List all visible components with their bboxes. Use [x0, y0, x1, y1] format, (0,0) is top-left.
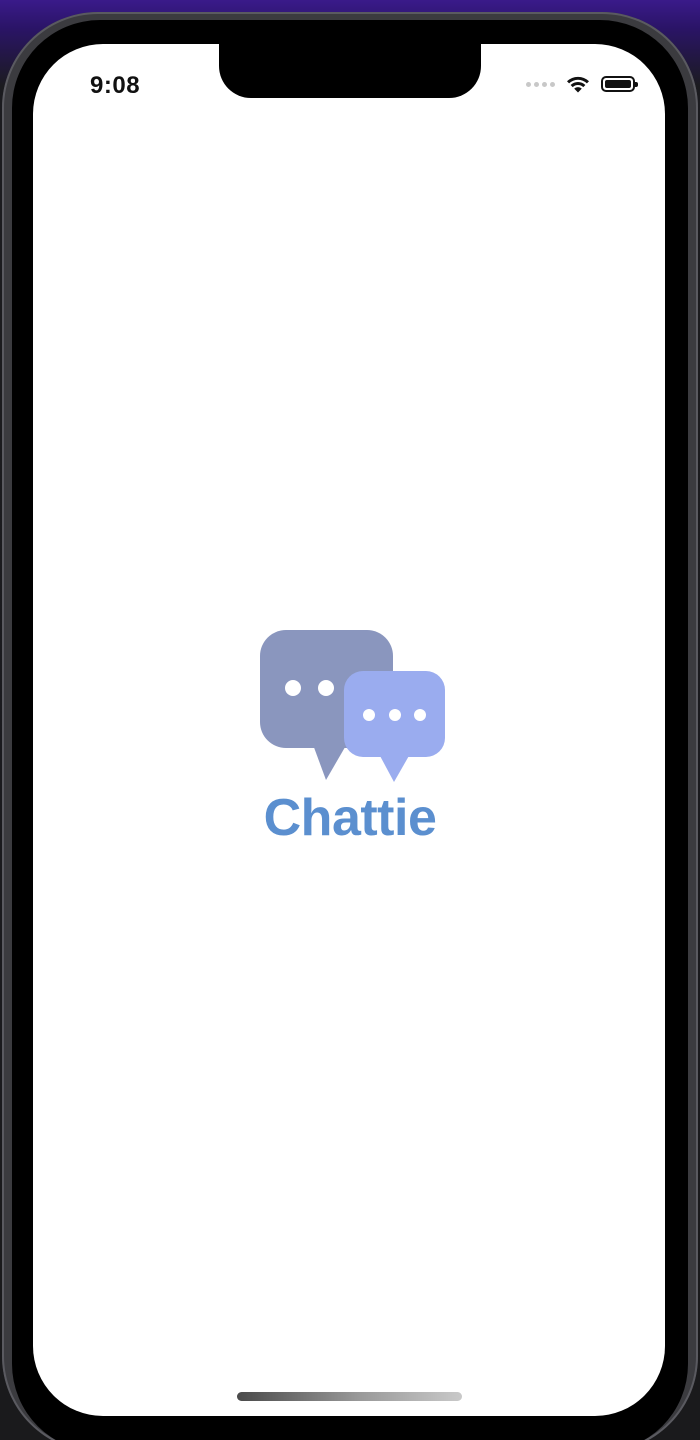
chat-bubbles-icon — [260, 630, 445, 782]
notch — [219, 44, 481, 98]
battery-icon — [601, 76, 638, 92]
status-time: 9:08 — [90, 72, 141, 99]
battery-cap — [635, 82, 638, 87]
home-indicator[interactable] — [237, 1392, 462, 1401]
splash-logo: Chattie — [250, 630, 450, 860]
status-icons — [526, 74, 638, 94]
signal-dots-icon — [526, 81, 555, 87]
app-name-wordmark: Chattie — [263, 789, 437, 847]
app-screen: 9:08 Chattie — [33, 44, 665, 1416]
wifi-icon — [567, 76, 589, 93]
battery-level — [605, 80, 631, 88]
